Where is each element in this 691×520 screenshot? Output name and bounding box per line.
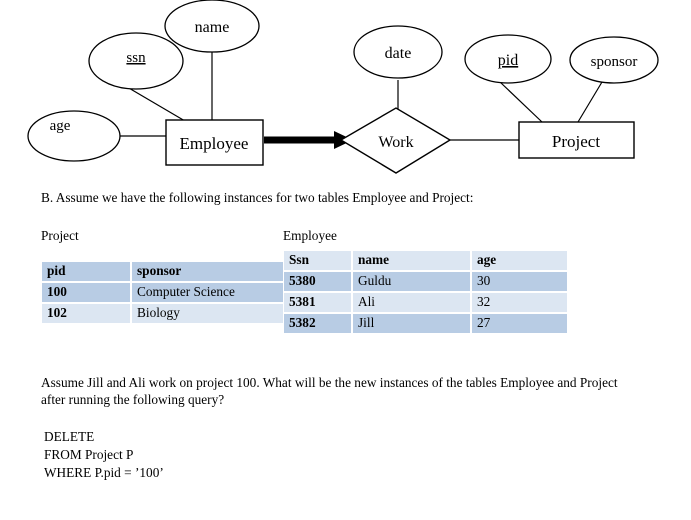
project-table-caption: Project [41, 228, 79, 243]
table-row: 100 Computer Science [41, 282, 306, 303]
attribute-label-sponsor: sponsor [591, 54, 638, 70]
attribute-label-name: name [195, 19, 230, 36]
sql-query-block: DELETE FROM Project P WHERE P.pid = ’100… [44, 429, 164, 480]
cell-sponsor: Biology [131, 303, 306, 324]
cell-ssn: 5382 [283, 313, 352, 334]
er-diagram: age ssn name date pid sponsor Employee P… [0, 0, 691, 180]
entity-label-employee: Employee [180, 134, 249, 153]
cell-ssn: 5380 [283, 271, 352, 292]
attribute-label-ssn: ssn [126, 50, 146, 66]
employee-table-caption: Employee [283, 228, 337, 243]
cell-name: Ali [352, 292, 471, 313]
column-header-name: name [352, 250, 471, 271]
project-table: pid sponsor 100 Computer Science 102 Bio… [41, 261, 306, 324]
attribute-ellipse-age [27, 110, 121, 162]
cell-pid: 100 [41, 282, 131, 303]
column-header-sponsor: sponsor [131, 261, 306, 282]
entity-label-project: Project [552, 132, 600, 151]
edge-pid-project [499, 81, 543, 123]
column-header-pid: pid [41, 261, 131, 282]
table-header-row: pid sponsor [41, 261, 306, 282]
cell-age: 27 [471, 313, 568, 334]
cell-age: 30 [471, 271, 568, 292]
table-row: 5382 Jill 27 [283, 313, 568, 334]
table-row: 5380 Guldu 30 [283, 271, 568, 292]
table-row: 102 Biology [41, 303, 306, 324]
column-header-ssn: Ssn [283, 250, 352, 271]
cell-sponsor: Computer Science [131, 282, 306, 303]
edge-ssn-employee [121, 83, 186, 122]
question-text: Assume Jill and Ali work on project 100.… [41, 375, 621, 407]
cell-pid: 102 [41, 303, 131, 324]
cell-ssn: 5381 [283, 292, 352, 313]
attribute-label-pid: pid [498, 52, 518, 69]
employee-table: Ssn name age 5380 Guldu 30 5381 Ali 32 5… [283, 250, 568, 334]
table-header-row: Ssn name age [283, 250, 568, 271]
attribute-label-age: age [50, 118, 71, 134]
cell-age: 32 [471, 292, 568, 313]
relationship-label-work: Work [378, 134, 413, 151]
column-header-age: age [471, 250, 568, 271]
cell-name: Guldu [352, 271, 471, 292]
table-row: 5381 Ali 32 [283, 292, 568, 313]
cell-name: Jill [352, 313, 471, 334]
attribute-label-date: date [385, 45, 412, 62]
section-b-text: B. Assume we have the following instance… [41, 190, 474, 205]
edge-sponsor-project [577, 81, 603, 123]
